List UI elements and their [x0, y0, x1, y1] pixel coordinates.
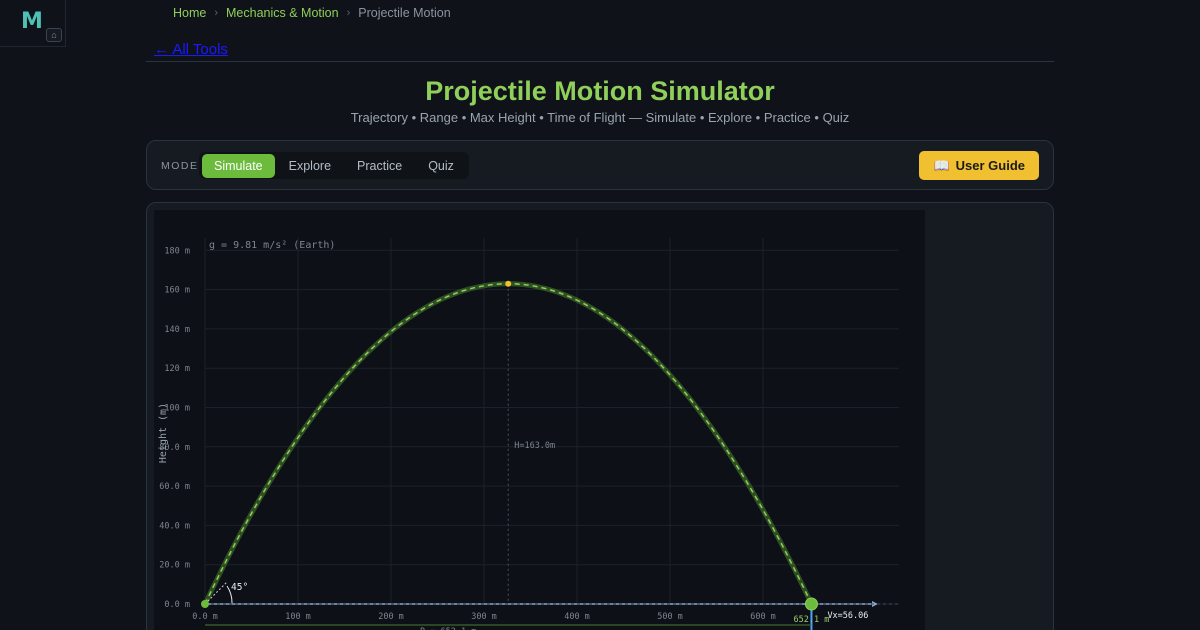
mode-tabs: Simulate Explore Practice Quiz: [199, 152, 469, 179]
user-guide-label: User Guide: [955, 158, 1025, 173]
y-tick-label: 60.0 m: [159, 482, 190, 492]
tab-simulate[interactable]: Simulate: [202, 153, 275, 178]
y-tick-label: 40.0 m: [159, 521, 190, 531]
x-tick-label: 300 m: [471, 612, 497, 622]
chart-marks: H=163.0m45°Vx=56.06652.1 mR = 652.1 m: [201, 280, 868, 630]
x-tick-label: 600 m: [750, 612, 776, 622]
y-axis-label: Height (m): [158, 403, 169, 463]
tab-explore[interactable]: Explore: [277, 154, 343, 178]
y-tick-label: 120 m: [164, 364, 190, 374]
projectile-ball: [804, 597, 818, 611]
launch-point: [201, 600, 209, 608]
logo[interactable]: M: [21, 9, 43, 34]
mode-panel: MODE Simulate Explore Practice Quiz 📖 Us…: [146, 140, 1054, 190]
launch-angle-label: 45°: [231, 582, 248, 593]
y-tick-label: 20.0 m: [159, 561, 190, 571]
breadcrumb-separator-icon: ›: [346, 7, 351, 19]
page-title: Projectile Motion Simulator: [425, 76, 775, 106]
side-rail: M ⌂: [0, 0, 66, 47]
back-to-all-tools-link[interactable]: ← All Tools: [154, 41, 228, 58]
y-tick-label: 140 m: [164, 325, 190, 335]
max-height-label: H=163.0m: [514, 441, 555, 451]
gravity-label: g = 9.81 m/s² (Earth): [209, 240, 335, 251]
y-tick-label: 0.0 m: [164, 600, 190, 610]
chart-ticks: 0.0 m20.0 m40.0 m60.0 m80.0 m100 m120 m1…: [159, 246, 776, 622]
breadcrumb: Home › Mechanics & Motion › Projectile M…: [173, 6, 451, 20]
breadcrumb-category[interactable]: Mechanics & Motion: [226, 6, 339, 20]
home-icon[interactable]: ⌂: [46, 28, 62, 42]
tab-practice[interactable]: Practice: [345, 154, 414, 178]
x-tick-label: 0.0 m: [192, 612, 218, 622]
breadcrumb-separator-icon: ›: [214, 7, 219, 19]
y-tick-label: 180 m: [164, 246, 190, 256]
peak-marker: [505, 280, 512, 287]
vx-label: Vx=56.06: [827, 611, 868, 621]
user-guide-button[interactable]: 📖 User Guide: [919, 151, 1039, 180]
chart-axes: [205, 601, 899, 607]
trajectory-chart: 0.0 m20.0 m40.0 m60.0 m80.0 m100 m120 m1…: [158, 238, 899, 630]
x-tick-label: 500 m: [657, 612, 683, 622]
trajectory-canvas[interactable]: 0.0 m 20.0 m 40.0 m 60.0 m 80.0 m 100 m 120 m1…: [154, 210, 925, 630]
mode-label: MODE: [161, 160, 199, 172]
tab-quiz[interactable]: Quiz: [416, 154, 466, 178]
y-tick-label: 160 m: [164, 286, 190, 296]
x-tick-label: 200 m: [378, 612, 404, 622]
x-tick-label: 400 m: [564, 612, 590, 622]
landing-distance-label: 652.1 m: [794, 615, 830, 625]
breadcrumb-current: Projectile Motion: [358, 6, 451, 20]
divider: [146, 61, 1054, 62]
breadcrumb-home[interactable]: Home: [173, 6, 206, 20]
x-tick-label: 100 m: [285, 612, 311, 622]
book-icon: 📖: [933, 157, 950, 173]
page-subtitle: Trajectory • Range • Max Height • Time o…: [350, 110, 850, 125]
